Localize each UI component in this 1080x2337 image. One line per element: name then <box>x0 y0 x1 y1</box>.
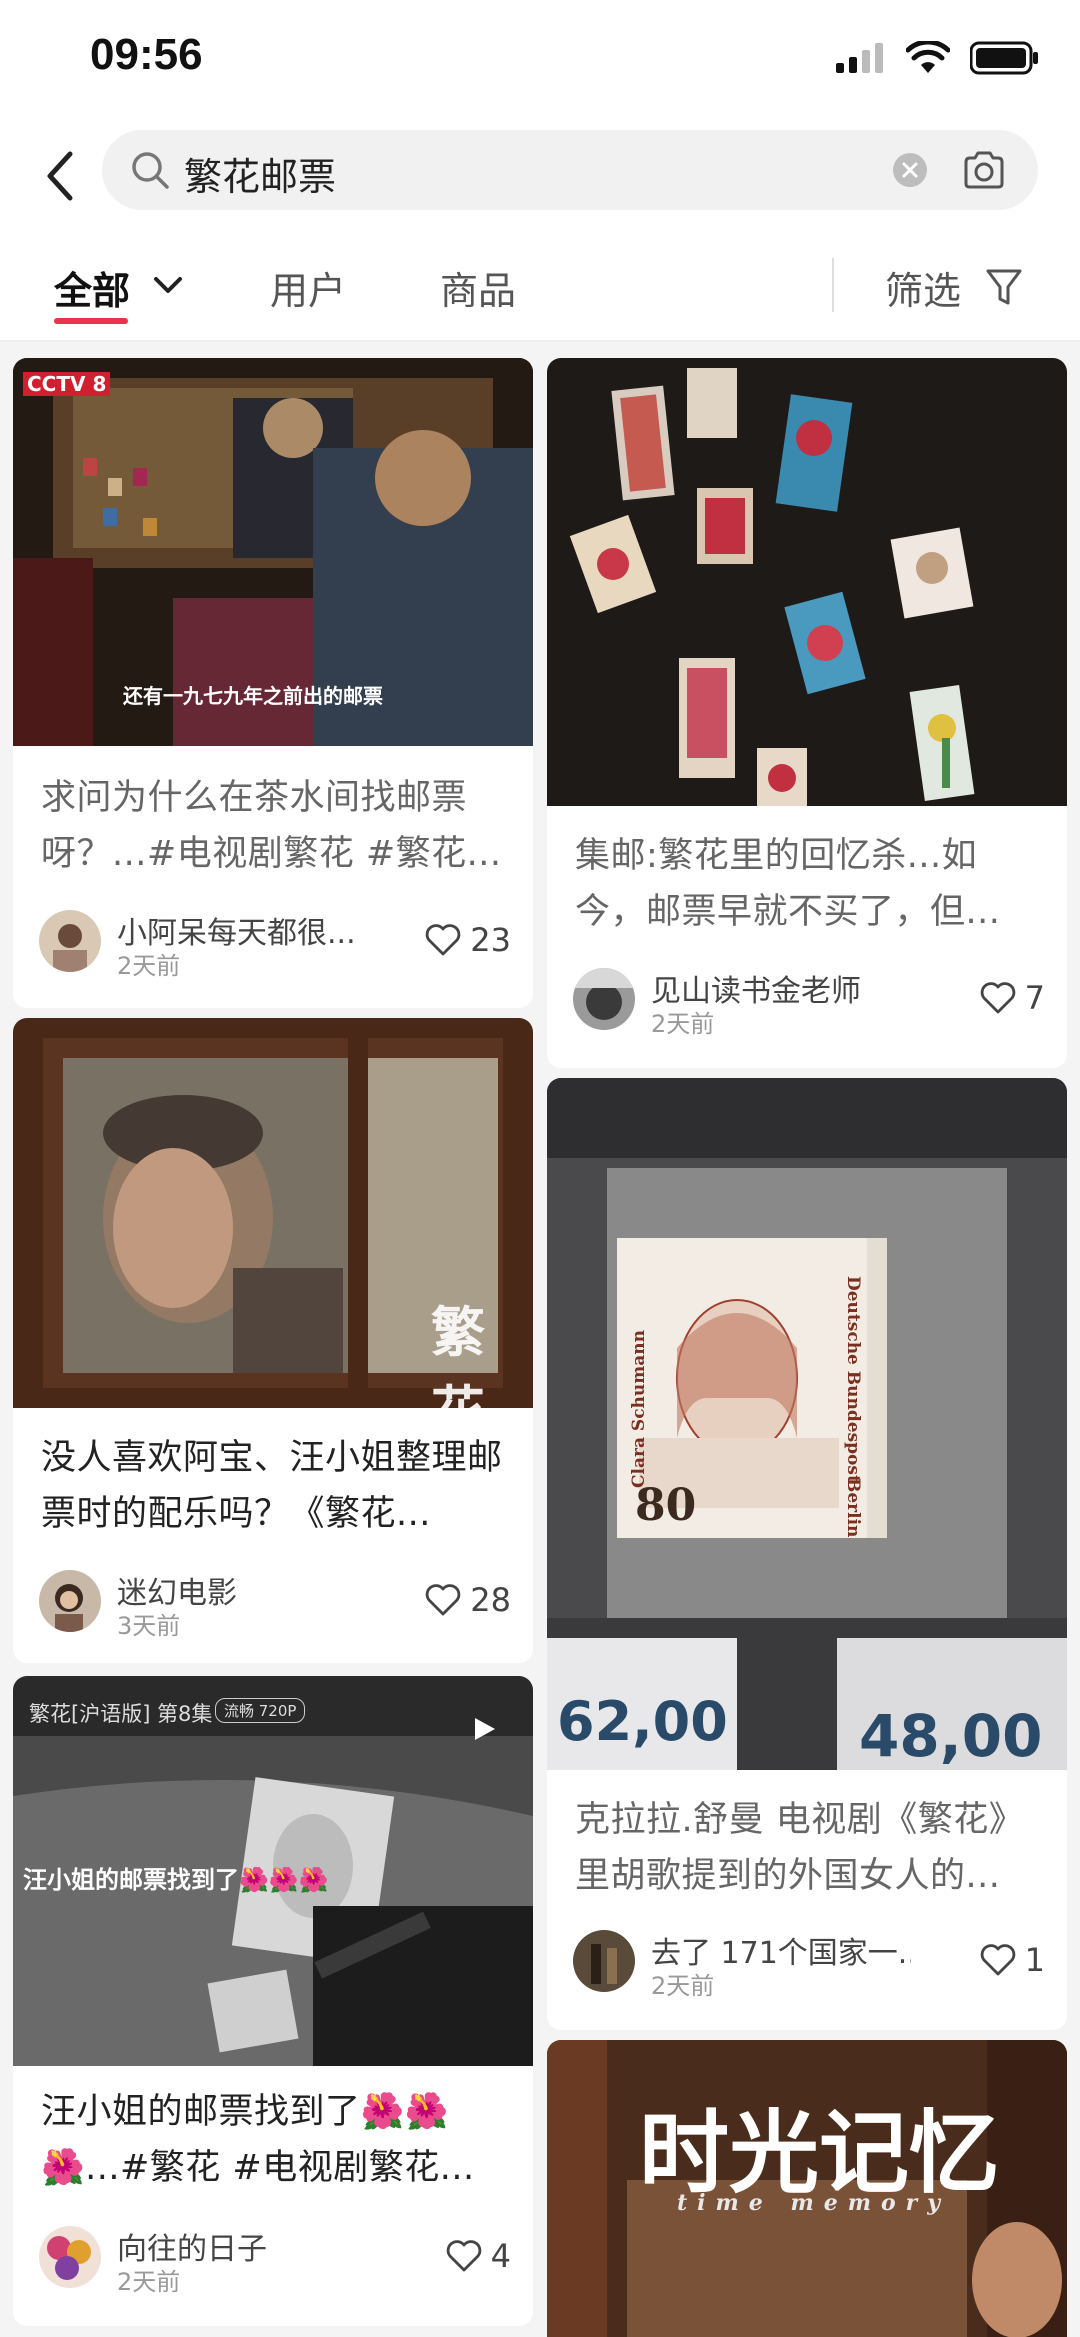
feed-card[interactable]: CCTV 8 还有一九七九年之前出的邮票 求问为什么在茶水间找邮票呀？...#电… <box>13 358 533 1008</box>
like-count: 28 <box>470 1581 511 1619</box>
like-button[interactable]: 7 <box>979 978 1045 1018</box>
like-count: 7 <box>1024 979 1045 1017</box>
search-input[interactable]: 繁花邮票 <box>102 130 1038 210</box>
post-time: 3天前 <box>117 1612 181 1640</box>
stamp-value: 80 <box>635 1480 697 1531</box>
post-meta: 小阿呆每天都很... 2天前 23 <box>39 910 511 980</box>
post-meta: 去了 171个国家一... 2天前 1 <box>573 1930 1045 2000</box>
post-time: 2天前 <box>651 1972 715 2000</box>
back-icon[interactable] <box>36 146 86 206</box>
avatar[interactable] <box>39 910 101 972</box>
stamp-city: Berlin <box>843 1478 863 1538</box>
status-icons <box>836 38 1040 78</box>
post-time: 2天前 <box>117 952 181 980</box>
battery-icon <box>970 41 1038 75</box>
clear-icon[interactable] <box>892 152 928 188</box>
heart-icon <box>980 1944 1015 1976</box>
image-caption: 还有一九七九年之前出的邮票 <box>123 684 383 708</box>
post-meta: 向往的日子 2天前 4 <box>39 2226 511 2296</box>
feed-card[interactable]: 集邮:繁花里的回忆杀...如今，邮票早就不买了，但... 见山读书金老师 2天前… <box>547 358 1067 1068</box>
post-title: 求问为什么在茶水间找邮票呀？...#电视剧繁花 #繁花... <box>41 778 502 874</box>
like-button[interactable]: 4 <box>445 2236 511 2276</box>
video-quality: 流畅 720P <box>215 1698 306 1723</box>
heart-icon <box>980 982 1015 1014</box>
search-bar: 繁花邮票 <box>0 120 1080 230</box>
post-meta: 迷幻电影 3天前 28 <box>39 1570 511 1640</box>
post-title: 汪小姐的邮票找到了🌺🌺🌺...#繁花 #电视剧繁花... <box>41 2092 475 2188</box>
tab-bar: 全部 用户 商品 筛选 <box>0 230 1080 342</box>
image-watermark: 繁花 <box>431 1300 485 1443</box>
chevron-down-icon[interactable] <box>152 274 184 296</box>
video-header: 繁花[沪语版] 第8集 <box>29 1702 213 1726</box>
heart-icon <box>446 2240 481 2272</box>
tab-divider <box>832 258 834 312</box>
price-right: 48,00 <box>859 1702 1043 1770</box>
avatar[interactable] <box>39 1570 101 1632</box>
search-query: 繁花邮票 <box>184 155 337 199</box>
tab-products[interactable]: 商品 <box>440 260 516 315</box>
status-bar: 09:56 <box>0 0 1080 120</box>
wifi-icon <box>906 41 950 73</box>
tab-all[interactable]: 全部 <box>54 260 130 315</box>
camera-icon[interactable] <box>960 146 1008 194</box>
post-time: 2天前 <box>117 2268 181 2296</box>
feed-card[interactable]: 繁花 没人喜欢阿宝、汪小姐整理邮票时的配乐吗？《繁花... 迷幻电影 3天前 2… <box>13 1018 533 1663</box>
like-count: 4 <box>490 2237 511 2275</box>
heart-icon <box>426 1584 461 1616</box>
feed-card[interactable]: 时光记忆 time memory <box>547 2040 1067 2337</box>
like-count: 23 <box>470 921 511 959</box>
post-title: 克拉拉.舒曼 电视剧《繁花》里胡歌提到的外国女人的... <box>575 1800 1025 1896</box>
heart-icon <box>426 924 461 956</box>
filter-icon[interactable] <box>984 266 1024 308</box>
post-meta: 见山读书金老师 2天前 7 <box>573 968 1045 1038</box>
like-button[interactable]: 1 <box>979 1940 1045 1980</box>
image-subtitle: time memory <box>677 2190 951 2216</box>
post-title: 集邮:繁花里的回忆杀...如今，邮票早就不买了，但... <box>575 836 1001 932</box>
feed-card[interactable]: 繁花[沪语版] 第8集 流畅 720P 汪小姐的邮票找到了🌺🌺🌺 汪小姐的邮票找… <box>13 1676 533 2326</box>
avatar[interactable] <box>573 968 635 1030</box>
image-caption: 汪小姐的邮票找到了🌺🌺🌺 <box>23 1866 329 1894</box>
price-left: 62,00 <box>557 1690 728 1753</box>
play-icon[interactable] <box>471 1716 497 1742</box>
post-time: 2天前 <box>651 1010 715 1038</box>
feed-card[interactable]: Clara Schumann Deutsche Bundespost Berli… <box>547 1078 1067 2030</box>
avatar[interactable] <box>573 1930 635 1992</box>
status-time: 09:56 <box>90 30 203 79</box>
post-image <box>547 358 1067 806</box>
like-button[interactable]: 23 <box>424 920 511 960</box>
search-icon <box>132 152 169 189</box>
like-button[interactable]: 28 <box>424 1580 511 1620</box>
signal-icon <box>836 43 883 73</box>
stamp-name: Clara Schumann <box>629 1330 649 1488</box>
post-image <box>547 1078 1067 1770</box>
post-title: 没人喜欢阿宝、汪小姐整理邮票时的配乐吗？《繁花... <box>41 1438 503 1534</box>
tab-users[interactable]: 用户 <box>270 260 346 315</box>
active-tab-indicator <box>54 318 128 324</box>
filter-button[interactable]: 筛选 <box>885 260 961 315</box>
avatar[interactable] <box>39 2226 101 2288</box>
like-count: 1 <box>1024 1941 1045 1979</box>
stamp-country: Deutsche Bundespost <box>843 1276 863 1483</box>
tv-logo: CCTV 8 <box>23 372 111 396</box>
